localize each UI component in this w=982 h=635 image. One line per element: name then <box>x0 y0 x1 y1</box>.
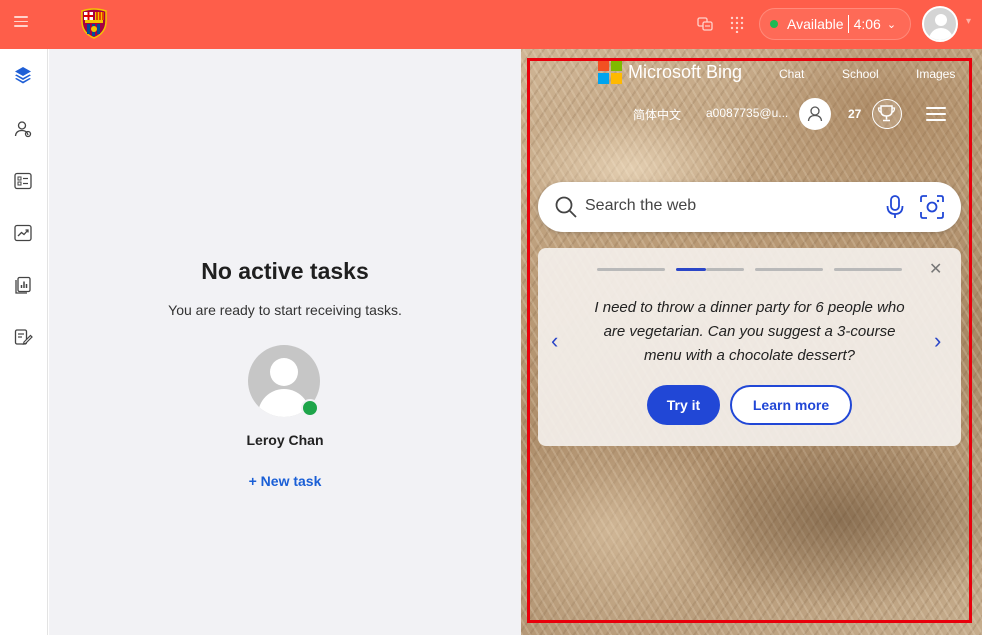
carousel-dot-active[interactable] <box>676 268 706 271</box>
page-subtitle: You are ready to start receiving tasks. <box>168 302 402 318</box>
dialpad-icon[interactable] <box>728 15 746 33</box>
suggestion-prompt: I need to throw a dinner party for 6 peo… <box>594 299 905 364</box>
trend-chart-icon[interactable] <box>13 223 33 243</box>
divider <box>847 15 849 33</box>
suggestion-card: ✕ ‹ I need to throw a dinner party for 6… <box>538 248 961 446</box>
status-timer: 4:06 <box>853 16 881 32</box>
main-panel: No active tasks You are ready to start r… <box>49 49 521 635</box>
search-icon <box>555 196 577 218</box>
availability-selector[interactable]: Available 4:06 ⌄ <box>759 8 911 40</box>
account-icon[interactable] <box>799 98 831 130</box>
agent-name: Leroy Chan <box>246 432 324 448</box>
microphone-icon[interactable] <box>885 194 905 220</box>
hamburger-menu-icon[interactable] <box>926 107 946 121</box>
bing-panel: Microsoft Bing Chat School Images 简体中文 a… <box>521 49 982 635</box>
learn-more-button[interactable]: Learn more <box>730 385 852 425</box>
visual-search-icon[interactable] <box>919 194 945 220</box>
carousel-dot[interactable] <box>755 268 823 271</box>
search-box[interactable] <box>538 182 961 232</box>
edit-note-icon[interactable] <box>13 327 33 347</box>
status-dot-icon <box>770 20 778 28</box>
nav-images[interactable]: Images <box>916 67 955 81</box>
close-icon[interactable]: ✕ <box>929 259 942 279</box>
new-task-button[interactable]: + New task <box>49 473 521 489</box>
try-it-button[interactable]: Try it <box>647 385 720 425</box>
menu-icon[interactable] <box>14 16 28 30</box>
page-title: No active tasks <box>201 258 369 284</box>
carousel-dot[interactable] <box>834 268 902 271</box>
language-link[interactable]: 简体中文 <box>633 106 681 123</box>
rewards-trophy-icon[interactable] <box>872 99 902 129</box>
brand-name[interactable]: Microsoft Bing <box>628 62 742 83</box>
list-card-icon[interactable] <box>13 171 33 191</box>
team-crest-icon <box>81 8 107 39</box>
carousel-indicator <box>597 268 913 271</box>
rewards-points[interactable]: 27 <box>848 107 861 121</box>
top-bar: Available 4:06 ⌄ ▾ <box>0 0 982 49</box>
chevron-down-icon: ⌄ <box>886 18 897 31</box>
carousel-dot[interactable] <box>706 268 744 271</box>
translate-icon[interactable] <box>696 15 714 33</box>
avatar-chevron-down-icon[interactable]: ▾ <box>966 16 971 27</box>
layers-icon[interactable] <box>13 65 33 85</box>
chevron-right-icon[interactable]: › <box>934 328 941 354</box>
microsoft-logo-icon <box>598 60 622 84</box>
online-status-icon <box>301 399 319 417</box>
contacts-icon[interactable] <box>13 119 33 139</box>
nav-school[interactable]: School <box>842 67 879 81</box>
report-icon[interactable] <box>13 275 33 295</box>
user-avatar[interactable] <box>922 6 958 42</box>
account-email[interactable]: a0087735@u... <box>706 106 788 120</box>
left-sidebar <box>0 49 48 635</box>
chevron-left-icon[interactable]: ‹ <box>551 328 558 354</box>
nav-chat[interactable]: Chat <box>779 67 804 81</box>
status-label: Available <box>787 16 844 32</box>
search-input[interactable] <box>585 197 865 215</box>
carousel-dot[interactable] <box>597 268 665 271</box>
